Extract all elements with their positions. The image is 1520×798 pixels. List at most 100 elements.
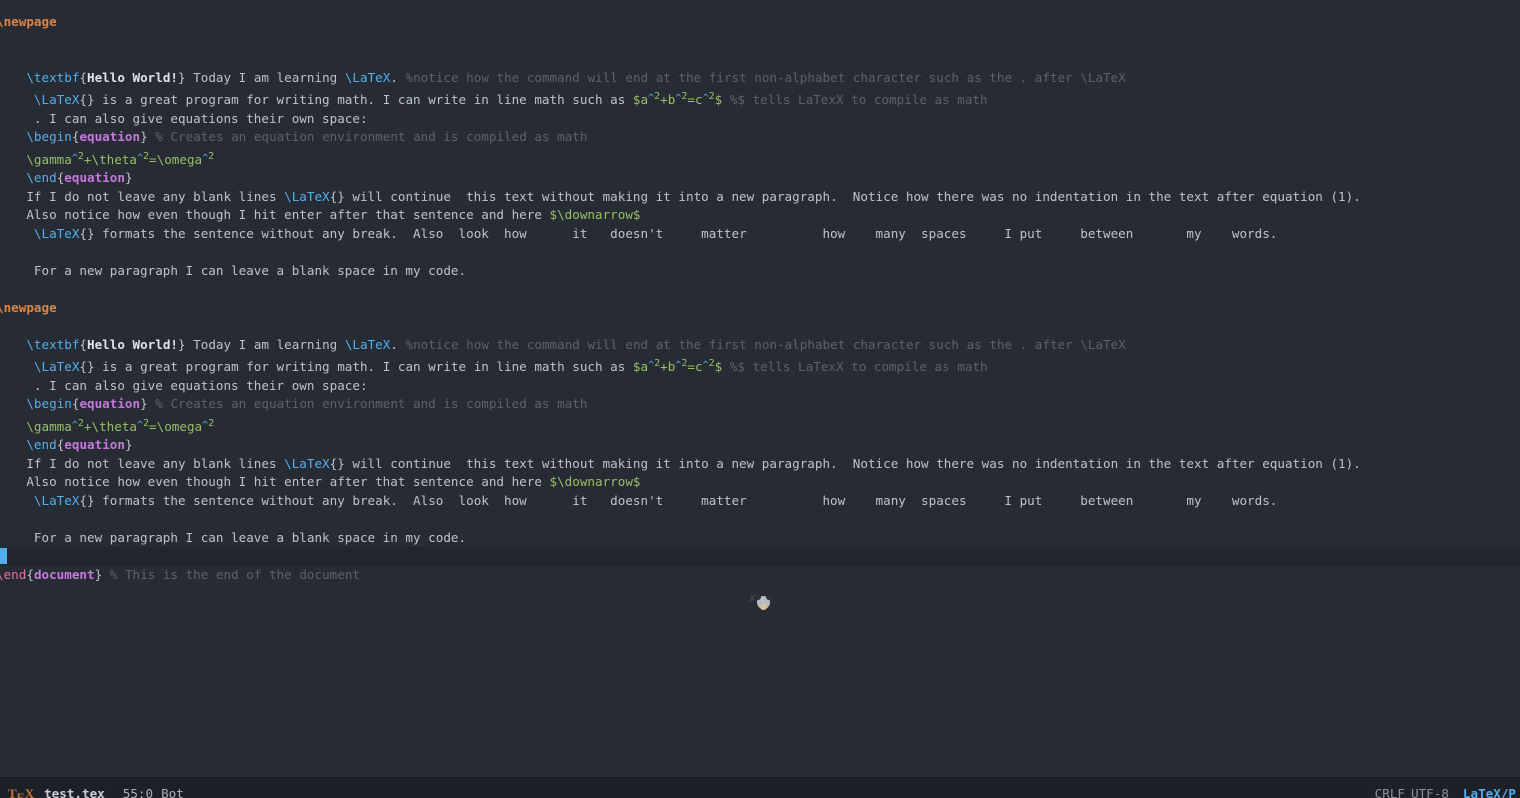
code-segment-kw: \textbf (26, 70, 79, 85)
code-line[interactable]: \newpage (0, 299, 1520, 318)
code-line[interactable]: If I do not leave any blank lines \LaTeX… (0, 455, 1520, 474)
modeline-left: TEX test.tex 55:0 Bot (8, 786, 184, 798)
encoding-indicator[interactable]: UTF-8 (1411, 786, 1449, 798)
code-segment-fg: If I do not leave any blank lines (0, 456, 284, 471)
code-segment-fg: . I can also give equations their own sp… (0, 111, 368, 126)
code-line[interactable]: . I can also give equations their own sp… (0, 110, 1520, 129)
code-segment-kw: \LaTeX (284, 456, 330, 471)
code-line[interactable]: \begin{equation} % Creates an equation e… (0, 395, 1520, 414)
code-segment-fg: } (140, 129, 155, 144)
code-segment-fg (0, 437, 26, 452)
editor-buffer[interactable]: \newpage \textbf{Hello World!} Today I a… (0, 0, 1520, 777)
code-segment-kw: \LaTeX (34, 226, 80, 241)
code-segment-env: equation (64, 170, 125, 185)
code-segment-fg: } Today I am learning (178, 70, 345, 85)
code-segment-fg: { (79, 70, 87, 85)
code-line[interactable]: . I can also give equations their own sp… (0, 377, 1520, 396)
code-segment-fg (0, 226, 34, 241)
tex-mode-icon: TEX (8, 786, 34, 798)
code-line[interactable]: \textbf{Hello World!} Today I am learnin… (0, 336, 1520, 355)
code-segment-pink: \end (0, 567, 26, 582)
code-segment-sup: 2 (143, 151, 149, 162)
eol-indicator[interactable]: CRLF (1375, 786, 1405, 798)
modeline-right: CRLF UTF-8 LaTeX/P (1375, 786, 1516, 798)
code-segment-fg: { (26, 567, 34, 582)
code-line[interactable] (0, 32, 1520, 51)
tex-logo-x: X (25, 786, 34, 798)
code-line[interactable] (0, 510, 1520, 529)
cursor-line[interactable] (0, 547, 1520, 566)
code-line[interactable] (0, 50, 1520, 69)
code-segment-fg: . I can also give equations their own sp… (0, 378, 368, 393)
code-segment-kw: \begin (26, 129, 72, 144)
code-line[interactable]: \gamma^2+\theta^2=\omega^2 (0, 414, 1520, 437)
code-segment-math: $a (633, 359, 648, 374)
code-segment-math: =c (687, 92, 702, 107)
code-line[interactable]: \LaTeX{} is a great program for writing … (0, 87, 1520, 110)
code-segment-sup: 2 (709, 91, 715, 102)
code-segment-fg: } Today I am learning (178, 337, 345, 352)
code-segment-caret: ^ (72, 153, 78, 164)
code-segment-sup: 2 (78, 418, 84, 429)
code-line[interactable] (0, 243, 1520, 262)
code-segment-fg: } (140, 396, 155, 411)
code-line[interactable]: For a new paragraph I can leave a blank … (0, 529, 1520, 548)
code-line[interactable]: \textbf{Hello World!} Today I am learnin… (0, 69, 1520, 88)
code-segment-fg: } (125, 437, 133, 452)
code-segment-kw: \LaTeX (284, 189, 330, 204)
code-segment-caret: ^ (703, 93, 709, 104)
code-line[interactable]: \LaTeX{} formats the sentence without an… (0, 492, 1520, 511)
code-segment-fg (0, 152, 26, 167)
code-segment-fg (0, 419, 26, 434)
editor-lines: \newpage \textbf{Hello World!} Today I a… (0, 0, 1520, 584)
code-line[interactable]: If I do not leave any blank lines \LaTeX… (0, 188, 1520, 207)
mouse-cursor-icon: ✗ (748, 594, 770, 612)
code-line[interactable] (0, 317, 1520, 336)
code-segment-kw: \LaTeX (345, 337, 391, 352)
code-segment-cmt: %$ tells LaTexX to compile as math (730, 359, 988, 374)
code-line[interactable]: \newpage (0, 13, 1520, 32)
buffer-name[interactable]: test.tex (44, 786, 105, 798)
code-segment-kw: \end (26, 437, 56, 452)
code-line[interactable]: \end{equation} (0, 436, 1520, 455)
code-line[interactable]: \begin{equation} % Creates an equation e… (0, 128, 1520, 147)
cursor-position: 55:0 (123, 786, 153, 798)
code-segment-bold: Hello World! (87, 70, 178, 85)
code-segment-fg (0, 337, 26, 352)
code-segment-caret: ^ (703, 360, 709, 371)
code-segment-cmt: % Creates an equation environment and is… (155, 396, 587, 411)
code-segment-fg: . (390, 337, 405, 352)
code-line[interactable]: Also notice how even though I hit enter … (0, 206, 1520, 225)
code-segment-caret: ^ (72, 420, 78, 431)
code-line[interactable]: \LaTeX{} is a great program for writing … (0, 354, 1520, 377)
code-segment-fg (722, 359, 730, 374)
code-segment-cmt: % Creates an equation environment and is… (155, 129, 587, 144)
code-segment-sup: 2 (208, 418, 214, 429)
code-segment-fg (0, 170, 26, 185)
code-segment-cmt: %$ tells LaTexX to compile as math (730, 92, 988, 107)
code-segment-fg: . (390, 70, 405, 85)
code-segment-fg: Also notice how even though I hit enter … (0, 474, 550, 489)
code-segment-fg (0, 92, 34, 107)
major-mode-indicator[interactable]: LaTeX/P (1463, 786, 1516, 798)
code-segment-fg: { (79, 337, 87, 352)
code-segment-sup: 2 (709, 358, 715, 369)
code-line[interactable]: \end{equation} (0, 169, 1520, 188)
code-segment-math: +b (660, 359, 675, 374)
code-segment-fg (0, 70, 26, 85)
code-line[interactable] (0, 280, 1520, 299)
code-line[interactable]: \LaTeX{} formats the sentence without an… (0, 225, 1520, 244)
code-line[interactable]: \gamma^2+\theta^2=\omega^2 (0, 147, 1520, 170)
code-line[interactable]: For a new paragraph I can leave a blank … (0, 262, 1520, 281)
code-segment-sup: 2 (654, 358, 660, 369)
code-segment-cmt: %notice how the command will end at the … (406, 337, 1126, 352)
code-line[interactable]: \end{document} % This is the end of the … (0, 566, 1520, 585)
code-segment-fg: } (95, 567, 110, 582)
code-segment-fg: {} formats the sentence without any brea… (79, 226, 1277, 241)
code-segment-env: equation (79, 396, 140, 411)
mouse-face-icon (757, 596, 770, 609)
code-line[interactable]: Also notice how even though I hit enter … (0, 473, 1520, 492)
code-segment-fg (722, 92, 730, 107)
code-segment-cmt: % This is the end of the document (110, 567, 360, 582)
code-segment-math: $\downarrow$ (550, 474, 641, 489)
